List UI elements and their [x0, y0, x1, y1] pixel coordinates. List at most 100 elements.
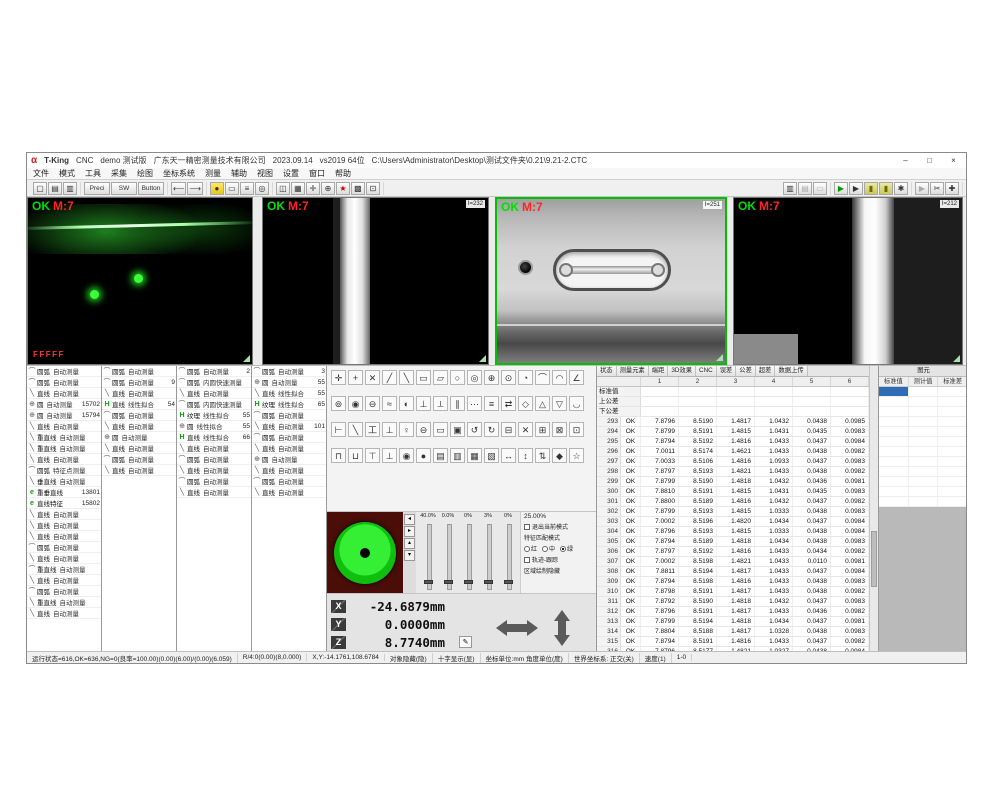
crosshair[interactable]: ✛	[306, 182, 320, 195]
wave-tool[interactable]: ≈	[382, 396, 397, 411]
menu-item[interactable]: 模式	[59, 168, 75, 179]
table-scrollbar[interactable]	[869, 366, 878, 651]
radio-icon[interactable]	[524, 546, 530, 552]
table-row[interactable]: 301OK7.88008.51891.48161.04320.04370.098…	[597, 497, 869, 507]
box-dot-tool[interactable]: ⊡	[569, 422, 584, 437]
close-tool[interactable]: ✕	[518, 422, 533, 437]
radio-icon[interactable]	[560, 546, 566, 552]
menu-item[interactable]: 绘图	[137, 168, 153, 179]
table-tab[interactable]: 公差	[736, 366, 756, 376]
resize-grip-icon[interactable]	[953, 355, 960, 362]
menu-item[interactable]: 窗口	[309, 168, 325, 179]
list-item[interactable]: e重垂直线13801	[27, 487, 101, 498]
slider[interactable]	[441, 524, 455, 590]
beam-tool[interactable]: 工	[365, 422, 380, 437]
cut-tool[interactable]: ✂	[930, 182, 944, 195]
run-program[interactable]: ▶	[834, 182, 848, 195]
table-row[interactable]: 309OK7.87948.51981.48161.04330.04380.098…	[597, 577, 869, 587]
arrows-ud-tool[interactable]: ⇅	[535, 448, 550, 463]
concentric-tool[interactable]: ⊚	[331, 396, 346, 411]
camera-view-3-selected[interactable]: OK M:7 I=251	[495, 197, 727, 365]
panel-cols-tool[interactable]: ▥	[450, 448, 465, 463]
menu-item[interactable]: 采集	[111, 168, 127, 179]
delete-tool[interactable]: ✕	[365, 370, 380, 385]
more-tool[interactable]: ⋯	[467, 396, 482, 411]
list-item[interactable]: ⌒圆弧特征点测量	[27, 465, 101, 476]
table-row[interactable]: 313OK7.87998.51941.48181.04340.04370.098…	[597, 617, 869, 627]
menu-item[interactable]: 坐标系统	[163, 168, 195, 179]
crosshair-tool[interactable]: ✛	[331, 370, 346, 385]
parallel-tool[interactable]: ∥	[450, 396, 465, 411]
capture-frame[interactable]: ◫	[276, 182, 290, 195]
minimize-button[interactable]: –	[897, 155, 914, 167]
table-row[interactable]: 312OK7.87968.51911.48171.04330.04360.098…	[597, 607, 869, 617]
list-item[interactable]: ╲直线自动测量	[102, 421, 176, 432]
symmetry-tool[interactable]: ♀	[399, 422, 414, 437]
jog-button[interactable]: ▴	[404, 538, 415, 549]
list-item[interactable]: ╲直线自动测量	[27, 454, 101, 465]
jog-left[interactable]: ⟵	[171, 182, 186, 195]
list-item[interactable]: ╲直线自动测量	[177, 465, 251, 476]
list-item[interactable]: ⊕圆自动测量55	[252, 377, 326, 388]
list-item[interactable]: ╲直线自动测量	[252, 443, 326, 454]
tee-tool[interactable]: ⊤	[365, 448, 380, 463]
diagonal-tool[interactable]: ╲	[348, 422, 363, 437]
option-check[interactable]: 退出当前模式	[524, 521, 593, 532]
list-item[interactable]: ╲直线线性拟合55	[252, 388, 326, 399]
focus-star[interactable]: ★	[336, 182, 350, 195]
slider[interactable]	[481, 524, 495, 590]
table-tab[interactable]: 3D效果	[668, 366, 696, 376]
list-item[interactable]: ╲重直线自动测量	[27, 597, 101, 608]
close-button[interactable]: ×	[945, 155, 962, 167]
pause-a[interactable]: ▮	[864, 182, 878, 195]
box-x-tool[interactable]: ⊠	[552, 422, 567, 437]
table-tab[interactable]: 状态	[597, 366, 617, 376]
list-item[interactable]: ╲直线自动测量	[27, 553, 101, 564]
menu-item[interactable]: 文件	[33, 168, 49, 179]
arc-top-tool[interactable]: ◠	[552, 370, 567, 385]
slider-thumb[interactable]	[504, 580, 513, 584]
pause-b[interactable]: ▮	[879, 182, 893, 195]
box-minus-tool[interactable]: ⊟	[501, 422, 516, 437]
list-item[interactable]: ╲重直线自动测量	[27, 432, 101, 443]
list-item[interactable]: ⌒圆弧自动测量	[102, 410, 176, 421]
panel-a[interactable]: ▤	[798, 182, 812, 195]
rect-tool[interactable]: ▭	[416, 370, 431, 385]
swap-tool[interactable]: ⇄	[501, 396, 516, 411]
jog-right[interactable]: ⟶	[187, 182, 202, 195]
list-item[interactable]: ⊕圆自动测量15702	[27, 399, 101, 410]
menu-item[interactable]: 视图	[257, 168, 273, 179]
table-row[interactable]: 311OK7.87928.51901.48181.04320.04370.098…	[597, 597, 869, 607]
menu-item[interactable]: 辅助	[231, 168, 247, 179]
list-item[interactable]: ╲重直线自动测量	[27, 443, 101, 454]
menu-item[interactable]: 工具	[85, 168, 101, 179]
selected-cell[interactable]	[879, 387, 909, 396]
table-tab[interactable]: CNC	[696, 366, 717, 376]
list-item[interactable]: ╲直线自动测量	[27, 520, 101, 531]
big-target-tool[interactable]: ◉	[399, 448, 414, 463]
perp-line-tool[interactable]: ⟂	[433, 396, 448, 411]
edit-position-button[interactable]: ✎	[459, 636, 472, 648]
remove-circle-tool[interactable]: ⊖	[416, 422, 431, 437]
fill-region-tool[interactable]: ▣	[450, 422, 465, 437]
half-circle-tool[interactable]: ◐	[399, 396, 414, 411]
list-item[interactable]: ⌒圆弧自动测量	[102, 366, 176, 377]
ground-tool[interactable]: ⊥	[382, 422, 397, 437]
arc-bottom-tool[interactable]: ◡	[569, 396, 584, 411]
table-row[interactable]: 下公差	[597, 407, 869, 417]
list-item[interactable]: H纹理线性拟合55	[177, 410, 251, 421]
list-item[interactable]: ╲直线自动测量	[102, 465, 176, 476]
table-row[interactable]: 298OK7.87978.51931.48211.04330.04380.098…	[597, 467, 869, 477]
list-item[interactable]: ╲直线自动测量	[27, 509, 101, 520]
menu-item[interactable]: 帮助	[335, 168, 351, 179]
circle-cross-tool[interactable]: ⊕	[484, 370, 499, 385]
panel-b[interactable]: ▭	[813, 182, 827, 195]
list-item[interactable]: ⌒圆弧自动测量2	[177, 366, 251, 377]
list-item[interactable]: ⌒圆弧内圆快速测量	[177, 399, 251, 410]
align-tool[interactable]: ≡	[484, 396, 499, 411]
list-lines[interactable]: ≡	[240, 182, 254, 195]
frame-box[interactable]: ⊡	[366, 182, 380, 195]
maximize-button[interactable]: □	[921, 155, 938, 167]
checkbox-icon[interactable]	[524, 524, 530, 530]
triangle-tool[interactable]: △	[535, 396, 550, 411]
